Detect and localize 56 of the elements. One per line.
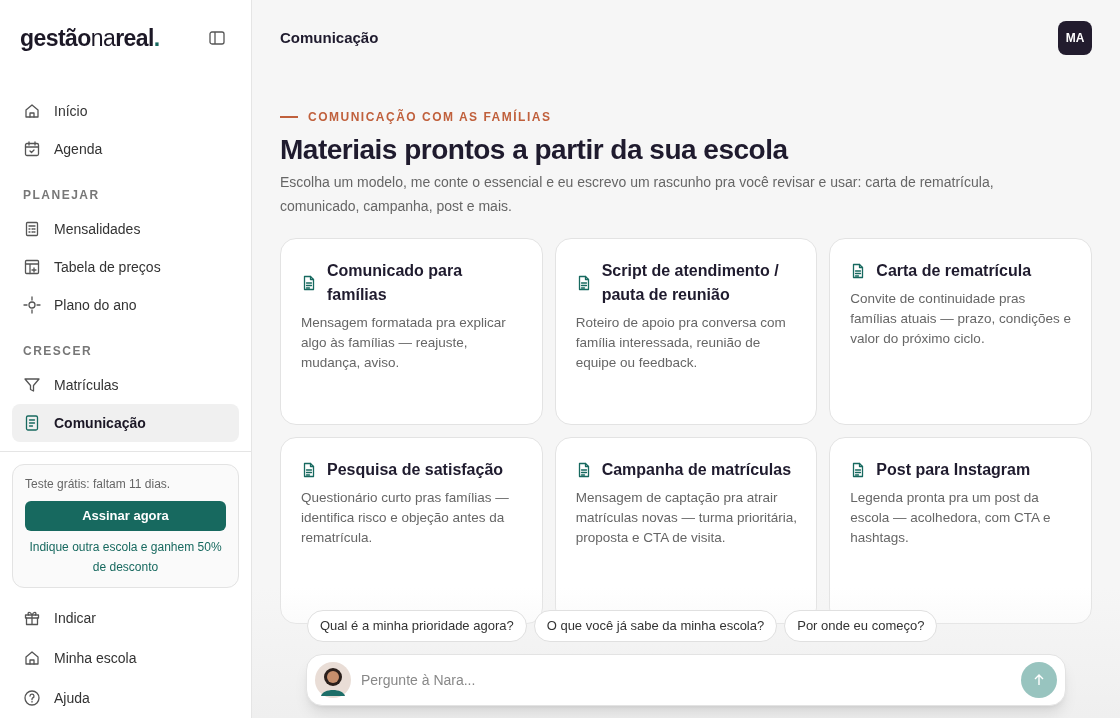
template-card[interactable]: Carta de rematrícula Convite de continuidade pras famílias atuais — prazo, condições e valor do próximo ciclo. [829, 238, 1092, 425]
document-icon [301, 462, 317, 478]
crosshair-icon [23, 296, 41, 314]
card-title: Comunicado para famílias [327, 261, 464, 305]
template-card[interactable]: Comunicado para famílias Mensagem formatada pra explicar algo às famílias — reajuste, mudança, aviso. [280, 238, 543, 425]
user-avatar[interactable]: MA [1058, 21, 1092, 55]
section-heading: Materiais prontos a partir da sua escola [280, 133, 790, 167]
sidebar-toggle-icon[interactable] [209, 31, 225, 45]
subscribe-button[interactable]: Assinar agora [25, 501, 226, 531]
home-icon [23, 649, 41, 667]
nav-item[interactable]: Plano do ano [12, 286, 239, 324]
card-description: Mensagem formatada pra explicar algo às famílias — reajuste, mudança, aviso. [301, 314, 507, 372]
nav-item[interactable]: Agenda [12, 130, 239, 168]
card-description: Roteiro de apoio pra conversa com família interessada, reunião de equipe ou feedback. [575, 314, 787, 372]
trial-text: Teste grátis: faltam 11 dias. [25, 476, 172, 493]
card-description: Questionário curto pras famílias — identifica risco e objeção antes da rematrícula. [301, 489, 510, 547]
section-label: PLANEJAR [22, 187, 101, 204]
card-title: Pesquisa de satisfação [327, 460, 504, 480]
section-description: Escolha um modelo, me conte o essencial e eu escrevo um rascunho pra você revisar e usar: carta de rematrícula, comunicado, campanha, post e mais. [280, 173, 995, 216]
assistant-avatar-icon [315, 662, 351, 698]
chat-composer[interactable]: Pergunte à Nara... [306, 654, 1066, 706]
card-title: Campanha de matrículas [601, 460, 792, 480]
referral-link[interactable]: Indique outra escola e ganhem 50% de desconto [25, 537, 226, 577]
home-icon [23, 102, 41, 120]
nav-item[interactable]: Comunicação [12, 404, 239, 442]
nav-item[interactable]: Tabela de preços [12, 248, 239, 286]
card-title: Script de atendimento / pauta de reunião [601, 261, 780, 305]
nav-item[interactable]: Início [12, 92, 239, 130]
nav-item[interactable]: Ajuda [12, 678, 239, 718]
section-eyebrow: COMUNICAÇÃO COM AS FAMÍLIAS [308, 108, 552, 126]
calendar-icon [23, 140, 41, 158]
nav-item[interactable]: Minha escola [12, 638, 239, 678]
gift-icon [23, 609, 41, 627]
card-description: Convite de continuidade pras famílias atuais — prazo, condições e valor do próximo ciclo. [850, 290, 1072, 348]
document-icon [23, 414, 41, 432]
card-title: Post para Instagram [876, 460, 1031, 480]
filter-icon [23, 376, 41, 394]
chat-input-field[interactable]: Pergunte à Nara... [361, 669, 1021, 691]
card-description: Mensagem de captação pra atrair matrículas novas — turma prioritária, proposta e CTA de visita. [575, 489, 798, 547]
arrow-up-icon [1034, 674, 1044, 686]
page-title: Comunicação [280, 27, 379, 48]
document-icon [301, 275, 317, 291]
logo: gestãonareal. [20, 23, 160, 53]
suggestion-chip[interactable]: O que você já sabe da minha escola? [533, 610, 778, 642]
suggestion-chip[interactable]: Por onde eu começo? [784, 610, 938, 642]
card-description: Legenda pronta pra um post da escola — acolhedora, com CTA e hashtags. [850, 489, 1052, 547]
nav-item[interactable]: Mensalidades [12, 210, 239, 248]
section-label: CRESCER [22, 343, 94, 360]
suggestion-chip[interactable]: Qual é a minha prioridade agora? [307, 610, 527, 642]
nav-item[interactable]: Indicar [12, 598, 239, 638]
nav-item[interactable]: Matrículas [12, 366, 239, 404]
table-icon [23, 258, 41, 276]
help-icon [23, 689, 41, 707]
template-card[interactable]: Script de atendimento / pauta de reunião Roteiro de apoio pra conversa com família interessada, reunião de equipe ou feedback. [554, 238, 818, 425]
card-title: Carta de rematrícula [876, 261, 1032, 281]
spreadsheet-icon [23, 220, 41, 238]
